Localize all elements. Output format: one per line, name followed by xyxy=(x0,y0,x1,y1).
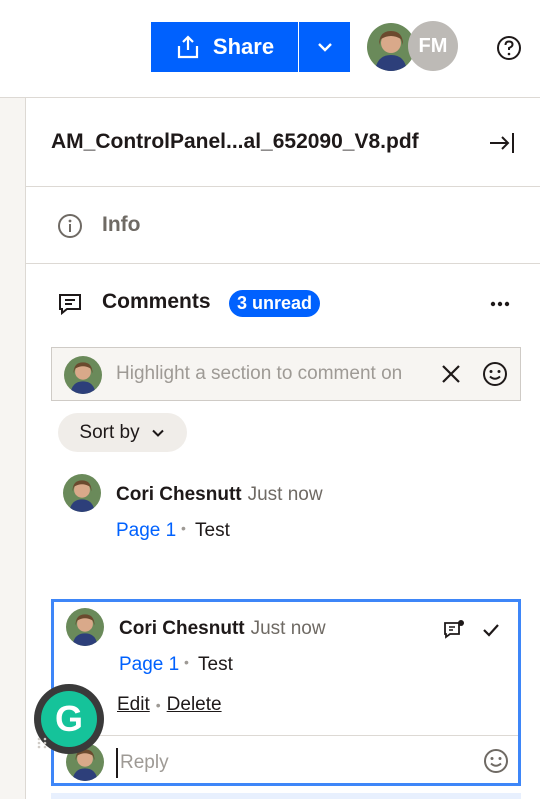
highlight-prompt: Highlight a section to comment on xyxy=(116,363,403,384)
comments-title: Comments xyxy=(102,290,211,313)
avatar xyxy=(63,474,101,512)
share-button[interactable]: Share xyxy=(151,22,298,72)
emoji-icon[interactable] xyxy=(482,361,508,387)
sort-by-button[interactable]: Sort by xyxy=(58,413,187,452)
comment-icon xyxy=(59,294,81,316)
next-comment-edge xyxy=(51,793,521,799)
separator: • xyxy=(181,520,186,536)
share-label: Share xyxy=(212,34,275,59)
info-icon xyxy=(58,214,82,238)
comment-text: Test xyxy=(198,654,233,675)
avatar xyxy=(64,356,102,394)
edit-link[interactable]: Edit xyxy=(117,694,150,715)
help-icon[interactable] xyxy=(496,35,522,61)
grammarly-logo: G xyxy=(41,691,97,747)
document-preview-edge xyxy=(0,98,26,799)
info-section[interactable]: Info xyxy=(26,187,540,264)
separator: • xyxy=(155,697,161,713)
collapse-panel-icon[interactable] xyxy=(488,129,516,157)
comment-item[interactable]: Cori Chesnutt Just now Page 1 • Test xyxy=(63,474,513,554)
unread-badge: 3 unread xyxy=(229,290,321,317)
reply-thread-icon[interactable] xyxy=(443,619,465,641)
divider xyxy=(54,735,518,736)
comment-author: Cori Chesnutt Just now xyxy=(116,484,323,506)
upload-icon xyxy=(177,35,199,59)
author-name: Cori Chesnutt xyxy=(119,618,245,639)
new-comment-box[interactable]: Highlight a section to comment on xyxy=(51,347,521,401)
file-title: AM_ControlPanel...al_652090_V8.pdf xyxy=(51,130,419,153)
comment-time: Just now xyxy=(250,618,326,639)
file-header: AM_ControlPanel...al_652090_V8.pdf xyxy=(26,98,540,187)
page-link[interactable]: Page 1 xyxy=(116,520,176,542)
info-label: Info xyxy=(102,213,141,236)
comment-time: Just now xyxy=(247,484,323,505)
reply-input[interactable] xyxy=(116,748,476,778)
comment-author: Cori Chesnutt Just now xyxy=(119,618,326,640)
top-bar: Share FM xyxy=(0,0,540,98)
sort-label: Sort by xyxy=(79,421,140,443)
avatar xyxy=(66,608,104,646)
author-name: Cori Chesnutt xyxy=(116,484,242,505)
comments-header: Comments 3 unread xyxy=(26,264,540,344)
delete-link[interactable]: Delete xyxy=(167,694,222,715)
selected-comment[interactable]: Cori Chesnutt Just now Page 1 • Test Edit… xyxy=(51,599,521,786)
drag-handle-icon[interactable] xyxy=(36,736,48,750)
close-icon[interactable] xyxy=(440,363,462,385)
share-options-button[interactable] xyxy=(299,22,350,72)
comment-text: Test xyxy=(195,520,230,541)
check-icon[interactable] xyxy=(481,620,501,640)
separator: • xyxy=(184,654,189,670)
emoji-icon[interactable] xyxy=(483,748,509,774)
chevron-down-icon xyxy=(317,43,332,52)
page-link[interactable]: Page 1 xyxy=(119,654,179,676)
chevron-down-icon xyxy=(151,429,164,437)
more-icon[interactable] xyxy=(489,300,511,308)
collaborator-avatar[interactable]: FM xyxy=(408,21,458,71)
comment-actions: Edit • Delete xyxy=(117,694,222,716)
